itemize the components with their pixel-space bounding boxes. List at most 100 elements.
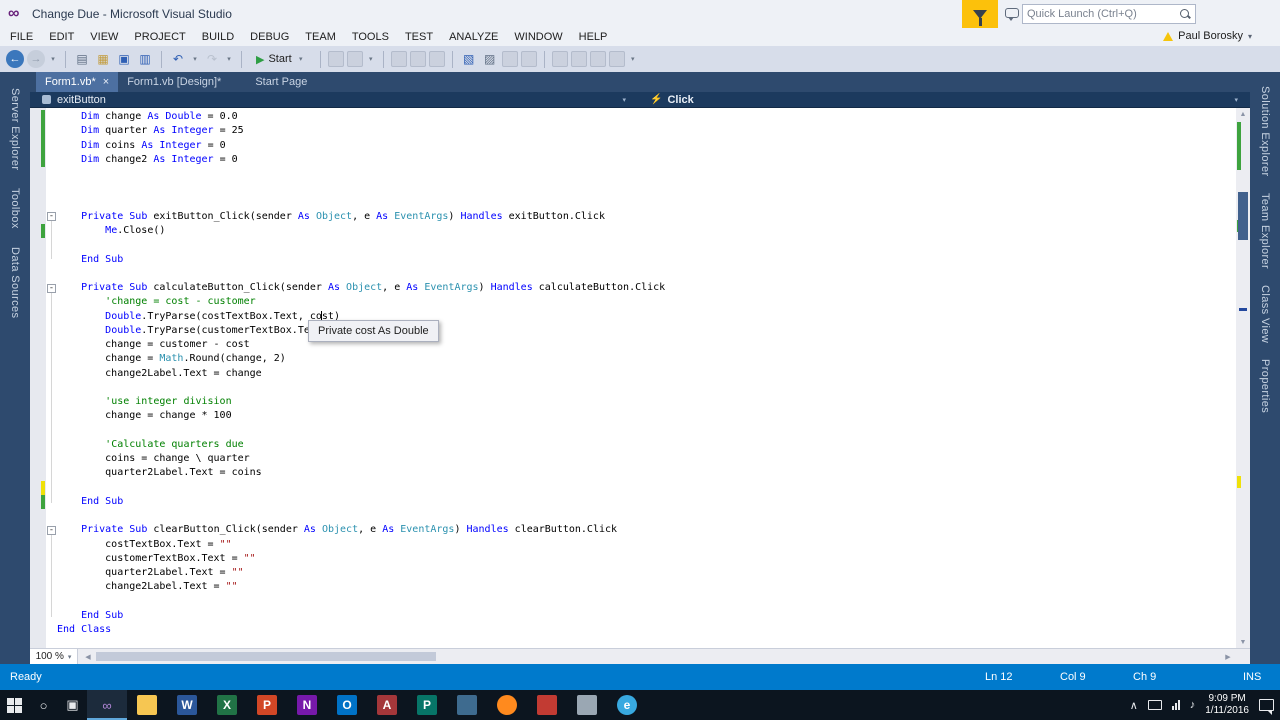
- bookmark-icon[interactable]: [520, 51, 537, 67]
- horizontal-scrollbar[interactable]: 100 % ▾ ◀ ▶: [30, 648, 1250, 664]
- scroll-up-icon[interactable]: ▲: [1236, 108, 1250, 120]
- display-icon[interactable]: [1147, 700, 1162, 710]
- onenote-icon[interactable]: N: [287, 690, 327, 720]
- member-dropdown[interactable]: ⚡ Click ▾: [640, 92, 1244, 107]
- toolbar-icon-extra-2[interactable]: [608, 51, 625, 67]
- user-account-menu[interactable]: Paul Borosky ▾: [1163, 30, 1252, 42]
- menu-item-project[interactable]: PROJECT: [126, 29, 193, 45]
- excel-icon[interactable]: X: [207, 690, 247, 720]
- scroll-right-icon[interactable]: ▶: [1222, 649, 1234, 664]
- menu-item-analyze[interactable]: ANALYZE: [441, 29, 506, 45]
- tab-start-page[interactable]: Start Page: [246, 72, 316, 92]
- undo-icon[interactable]: ↶: [169, 50, 187, 68]
- uncomment-icon[interactable]: [501, 51, 518, 67]
- network-icon[interactable]: [1171, 700, 1180, 710]
- powerpoint-icon[interactable]: P: [247, 690, 287, 720]
- red-app-icon[interactable]: [527, 690, 567, 720]
- step-into-icon[interactable]: [409, 51, 426, 67]
- status-character-number: Ch 9: [1133, 671, 1157, 683]
- new-file-icon[interactable]: ▤: [73, 50, 91, 68]
- menu-item-team[interactable]: TEAM: [297, 29, 344, 45]
- redo-icon[interactable]: ↷: [203, 50, 221, 68]
- volume-icon[interactable]: ♪: [1190, 699, 1196, 711]
- quick-launch-search[interactable]: [1022, 4, 1196, 24]
- nav-history-dropdown-icon[interactable]: ▾: [48, 50, 58, 68]
- scrollbar-thumb[interactable]: [96, 652, 436, 661]
- feedback-bubble-icon[interactable]: [1005, 8, 1019, 21]
- visual-studio-icon[interactable]: ∞: [87, 690, 127, 720]
- menu-item-tools[interactable]: TOOLS: [344, 29, 397, 45]
- search-icon[interactable]: ○: [29, 690, 58, 720]
- save-all-icon[interactable]: ▥: [136, 50, 154, 68]
- scrollbar-change-mark: [1237, 122, 1241, 170]
- menu-item-window[interactable]: WINDOW: [506, 29, 570, 45]
- solution-configurations-dropdown[interactable]: [327, 51, 344, 67]
- open-file-icon[interactable]: ▦: [94, 50, 112, 68]
- menu-item-help[interactable]: HELP: [571, 29, 616, 45]
- nav-forward-icon[interactable]: →: [27, 50, 45, 68]
- feedback-flask-button[interactable]: [962, 0, 998, 28]
- tool-tab-solution-explorer[interactable]: Solution Explorer: [1259, 86, 1271, 177]
- tab-close-icon[interactable]: ×: [103, 76, 109, 88]
- scroll-down-icon[interactable]: ▼: [1236, 636, 1250, 648]
- scroll-left-icon[interactable]: ◀: [82, 649, 94, 664]
- firefox-icon[interactable]: [487, 690, 527, 720]
- solution-platforms-dropdown[interactable]: [346, 51, 363, 67]
- tool-tab-toolbox[interactable]: Toolbox: [9, 188, 21, 229]
- access-icon[interactable]: A: [367, 690, 407, 720]
- menu-item-build[interactable]: BUILD: [194, 29, 242, 45]
- taskbar-clock[interactable]: 9:09 PM 1/11/2016: [1205, 693, 1249, 717]
- start-debug-button[interactable]: ▶ Start ▾: [249, 48, 313, 70]
- quick-launch-input[interactable]: [1023, 8, 1178, 20]
- tray-expand-icon[interactable]: ∧: [1130, 699, 1138, 712]
- step-out-icon[interactable]: [428, 51, 445, 67]
- collapse-toggle[interactable]: -: [47, 212, 56, 221]
- step-over-icon[interactable]: [390, 51, 407, 67]
- find-in-files-icon[interactable]: ▧: [460, 50, 478, 68]
- toolbar-icon-extra-1[interactable]: [589, 51, 606, 67]
- menu-item-debug[interactable]: DEBUG: [242, 29, 297, 45]
- start-button[interactable]: [0, 690, 29, 720]
- change-tracking-bar: [41, 110, 45, 167]
- indicator-margin[interactable]: [30, 108, 46, 648]
- tab-form1-vb[interactable]: Form1.vb* ×: [36, 72, 119, 92]
- zoom-dropdown[interactable]: 100 % ▾: [30, 649, 78, 664]
- tool-tab-team-explorer[interactable]: Team Explorer: [1259, 193, 1271, 269]
- menu-item-edit[interactable]: EDIT: [41, 29, 82, 45]
- toolbar-overflow-icon[interactable]: ▾: [628, 50, 638, 68]
- file-explorer-icon[interactable]: [127, 690, 167, 720]
- menu-item-file[interactable]: FILE: [2, 29, 41, 45]
- save-icon[interactable]: ▣: [115, 50, 133, 68]
- collapse-toggle[interactable]: -: [47, 526, 56, 535]
- tab-form1-vb-design[interactable]: Form1.vb [Design]*: [118, 72, 230, 92]
- undo-dropdown-icon[interactable]: ▾: [190, 50, 200, 68]
- code-editor[interactable]: - - - Dim change As Double = 0.0 Dim qua…: [30, 108, 1236, 648]
- comment-icon[interactable]: ▨: [481, 50, 499, 68]
- task-view-icon[interactable]: ▣: [58, 690, 87, 720]
- tool-tab-properties[interactable]: Properties: [1259, 359, 1271, 413]
- outdent-icon[interactable]: [570, 51, 587, 67]
- nav-back-icon[interactable]: ←: [6, 50, 24, 68]
- tool-tab-data-sources[interactable]: Data Sources: [9, 247, 21, 318]
- snipping-tool-icon[interactable]: [447, 690, 487, 720]
- redo-dropdown-icon[interactable]: ▾: [224, 50, 234, 68]
- menu-item-view[interactable]: VIEW: [82, 29, 126, 45]
- change-tracking-bar: [41, 224, 45, 238]
- tool-tab-server-explorer[interactable]: Server Explorer: [9, 88, 21, 170]
- scrollbar-thumb[interactable]: [1238, 192, 1248, 240]
- edge-browser-icon[interactable]: e: [607, 690, 647, 720]
- gray-app-icon[interactable]: [567, 690, 607, 720]
- tool-tab-class-view[interactable]: Class View: [1259, 285, 1271, 343]
- scope-dropdown[interactable]: exitButton ▾: [36, 92, 632, 107]
- menu-item-test[interactable]: TEST: [397, 29, 441, 45]
- outlook-icon[interactable]: O: [327, 690, 367, 720]
- collapse-toggle[interactable]: -: [47, 284, 56, 293]
- run-options-dropdown-icon[interactable]: ▾: [366, 50, 376, 68]
- vertical-scrollbar[interactable]: ▲ ▼: [1236, 108, 1250, 648]
- word-icon[interactable]: W: [167, 690, 207, 720]
- indent-icon[interactable]: [551, 51, 568, 67]
- action-center-icon[interactable]: [1259, 699, 1274, 715]
- publisher-icon[interactable]: P: [407, 690, 447, 720]
